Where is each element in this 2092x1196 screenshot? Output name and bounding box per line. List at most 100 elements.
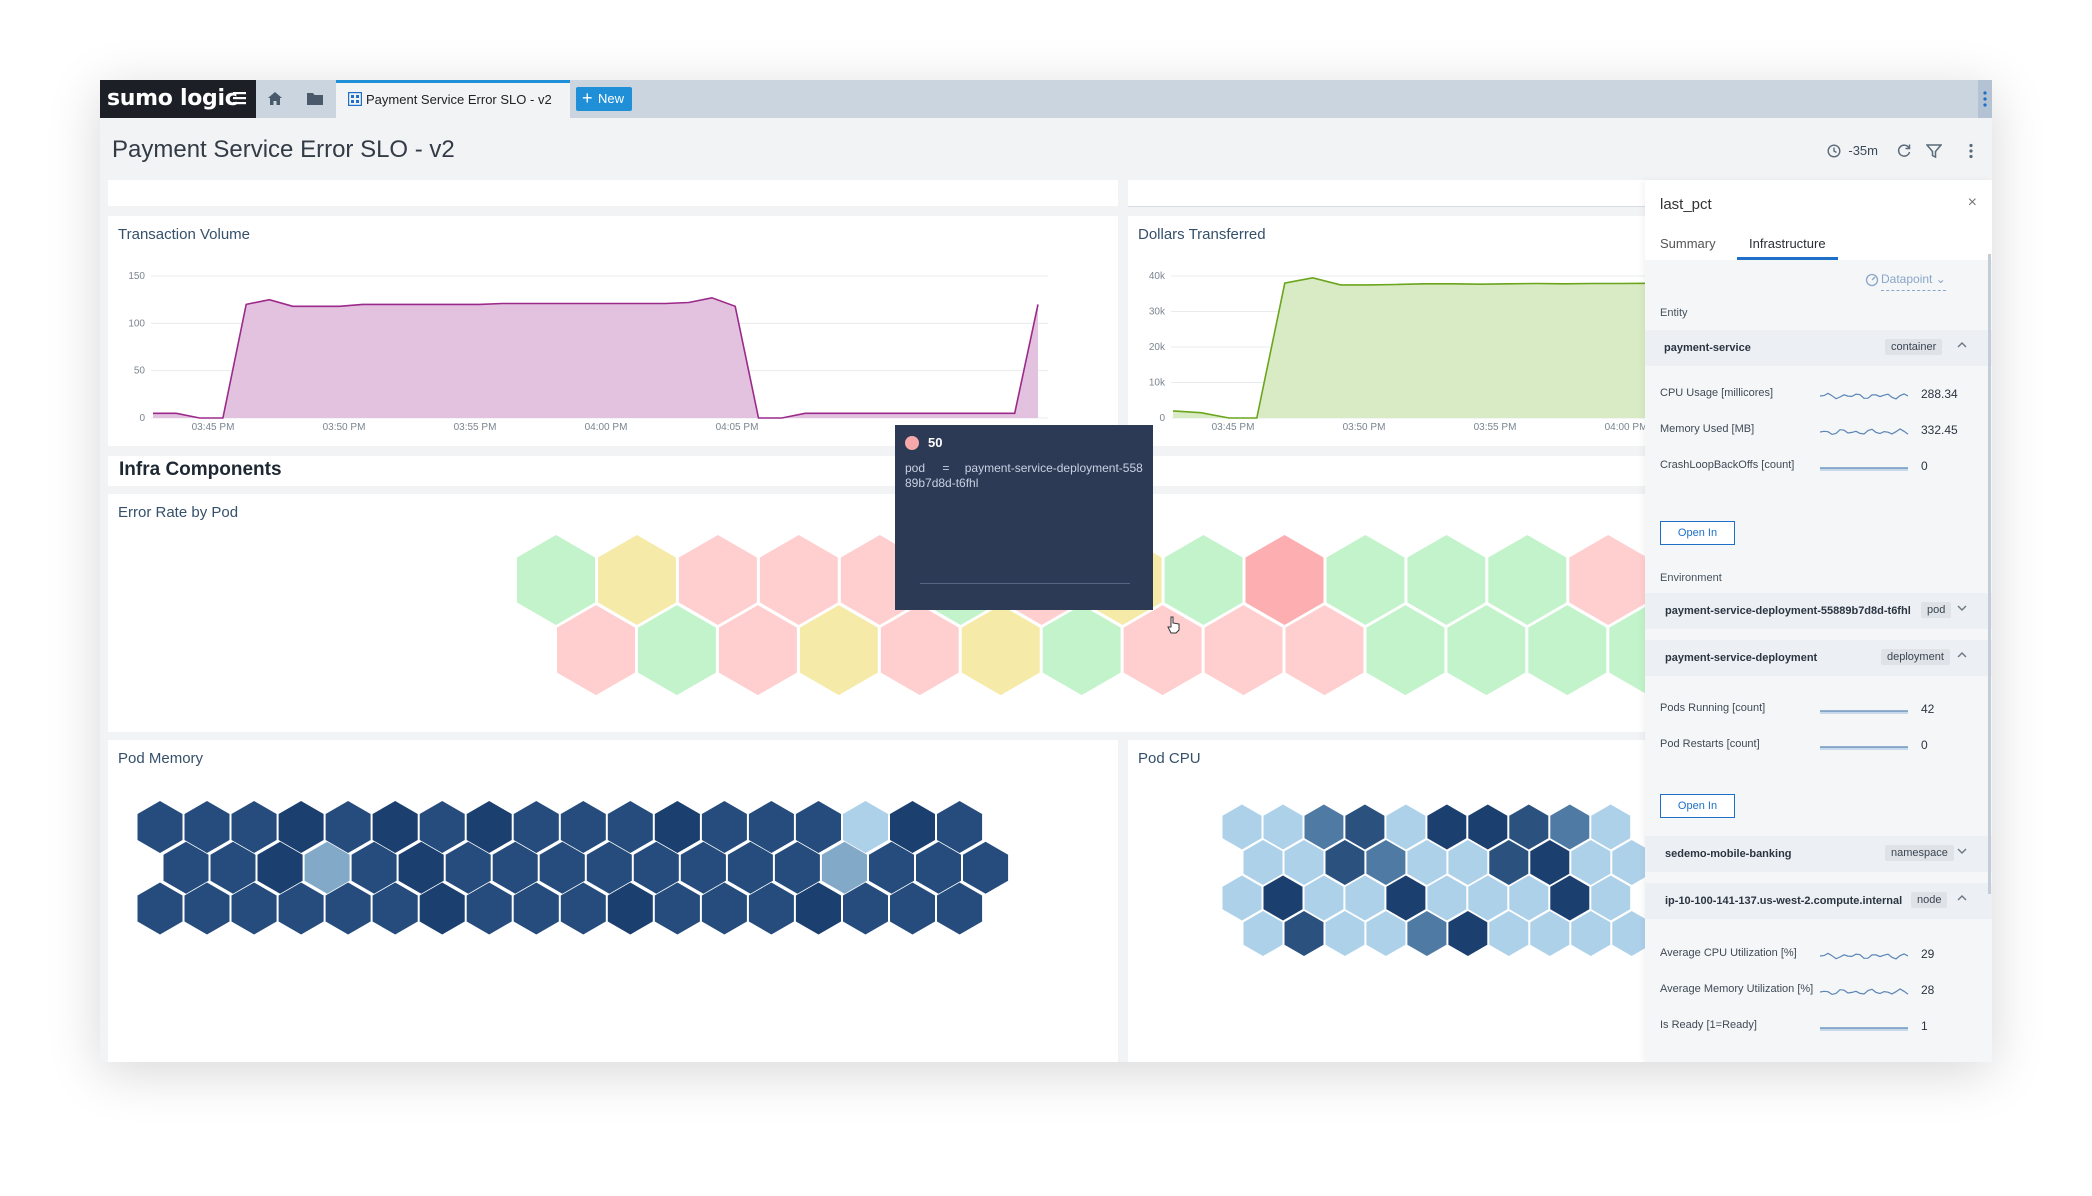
pod-hex[interactable] <box>1447 605 1526 696</box>
more-options-icon[interactable] <box>1978 80 1992 118</box>
pod-memory-hex[interactable] <box>137 801 183 853</box>
datapoint-dropdown[interactable]: Datapoint ⌄ <box>1881 272 1946 291</box>
pod-hex[interactable] <box>1488 535 1567 625</box>
pod-cpu-hex[interactable] <box>1407 840 1447 885</box>
pod-hex[interactable] <box>1204 605 1283 696</box>
entity-row-container[interactable]: payment-service container <box>1645 330 1992 366</box>
pod-hex[interactable] <box>678 535 757 625</box>
pod-cpu-hex[interactable] <box>1263 875 1303 921</box>
chevron-up-icon[interactable] <box>1956 649 1968 661</box>
pod-cpu-hex[interactable] <box>1263 804 1303 850</box>
pod-hex[interactable] <box>1569 535 1648 625</box>
env-row-namespace[interactable]: sedemo-mobile-banking namespace <box>1645 836 1992 872</box>
pod-hex[interactable] <box>1123 605 1202 696</box>
pod-hex[interactable] <box>1528 605 1607 696</box>
pod-hex[interactable] <box>718 605 797 696</box>
pod-hex[interactable] <box>1042 605 1121 696</box>
pod-hex[interactable] <box>799 605 878 696</box>
refresh-icon[interactable] <box>1896 143 1912 159</box>
chevron-down-icon[interactable] <box>1956 602 1968 614</box>
library-button[interactable] <box>296 80 334 118</box>
pod-memory-hex[interactable] <box>963 841 1009 894</box>
hamburger-menu-icon[interactable] <box>233 91 247 110</box>
pod-cpu-hex[interactable] <box>1468 804 1508 850</box>
pod-hex[interactable] <box>759 535 838 625</box>
pod-hex[interactable] <box>557 605 635 696</box>
pod-cpu-hex[interactable] <box>1591 875 1631 921</box>
chevron-down-icon[interactable] <box>1956 845 1968 857</box>
pod-cpu-hex[interactable] <box>1243 840 1283 885</box>
pod-cpu-hex[interactable] <box>1222 875 1262 921</box>
pod-memory-honeycomb[interactable] <box>108 740 1118 1062</box>
kebab-menu-icon[interactable] <box>1968 143 1974 159</box>
open-in-button[interactable]: Open In <box>1660 794 1735 818</box>
pod-hex[interactable] <box>517 535 595 625</box>
pod-cpu-hex[interactable] <box>1489 911 1529 956</box>
pod-cpu-hex[interactable] <box>1407 911 1447 956</box>
pod-cpu-hex[interactable] <box>1366 840 1406 885</box>
pod-cpu-hex[interactable] <box>1427 875 1467 921</box>
time-range-selector[interactable]: -35m <box>1827 142 1878 160</box>
env-row-node[interactable]: ip-10-100-141-137.us-west-2.compute.inte… <box>1645 883 1992 919</box>
side-panel-scrollbar[interactable] <box>1988 254 1991 894</box>
time-range-value: -35m <box>1848 143 1878 159</box>
pod-cpu-hex[interactable] <box>1325 911 1365 956</box>
pod-hex[interactable] <box>638 605 716 696</box>
new-tab-button[interactable]: + New <box>576 87 632 111</box>
close-icon[interactable]: × <box>1968 194 1977 212</box>
pod-hex[interactable] <box>880 605 959 696</box>
pod-cpu-hex[interactable] <box>1304 875 1344 921</box>
pod-cpu-hex[interactable] <box>1530 911 1570 956</box>
filter-icon[interactable] <box>1926 143 1942 159</box>
env-row-pod[interactable]: payment-service-deployment-55889b7d8d-t6… <box>1645 593 1992 629</box>
pod-cpu-hex[interactable] <box>1591 804 1631 850</box>
pod-cpu-hex[interactable] <box>1427 804 1467 850</box>
pod-cpu-hex[interactable] <box>1243 911 1283 956</box>
pod-hex[interactable] <box>961 605 1040 696</box>
pod-cpu-hex[interactable] <box>1489 840 1529 885</box>
pod-cpu-hex[interactable] <box>1386 804 1426 850</box>
sumo-logic-logo[interactable]: sumo logic <box>100 80 256 118</box>
pod-cpu-hex[interactable] <box>1448 911 1488 956</box>
transaction-volume-chart[interactable]: 150 100 50 0 03:45 PM 03:50 PM 03:55 PM 04:00 P… <box>108 246 1118 446</box>
pod-hex[interactable] <box>1366 605 1445 696</box>
pod-cpu-hex[interactable] <box>1284 911 1324 956</box>
error-rate-honeycomb[interactable] <box>108 494 1648 732</box>
env-row-deployment[interactable]: payment-service-deployment deployment <box>1645 640 1992 676</box>
pod-cpu-hex[interactable] <box>1571 911 1611 956</box>
pod-hex[interactable] <box>598 535 676 625</box>
pod-memory-hex[interactable] <box>137 882 183 935</box>
pod-cpu-hex[interactable] <box>1304 804 1344 850</box>
dollars-transferred-chart[interactable]: 40k 30k 20k 10k 0 03:45 PM 03:50 PM 03:55 PM 04:… <box>1128 246 1648 446</box>
pod-cpu-hex[interactable] <box>1509 875 1549 921</box>
chevron-up-icon[interactable] <box>1956 892 1968 904</box>
pod-cpu-hex[interactable] <box>1222 804 1262 850</box>
tab-summary[interactable]: Summary <box>1660 236 1716 251</box>
pod-hex[interactable] <box>1326 535 1405 625</box>
pod-cpu-hex[interactable] <box>1612 840 1648 885</box>
chevron-up-icon[interactable] <box>1956 339 1968 351</box>
pod-cpu-hex[interactable] <box>1468 875 1508 921</box>
pod-cpu-hex[interactable] <box>1530 840 1570 885</box>
pod-cpu-hex[interactable] <box>1509 804 1549 850</box>
home-button[interactable] <box>256 80 294 118</box>
open-in-button[interactable]: Open In <box>1660 521 1735 545</box>
pod-cpu-hex[interactable] <box>1386 875 1426 921</box>
pod-hex[interactable] <box>1407 535 1486 625</box>
pod-hex[interactable] <box>1285 605 1364 696</box>
pod-cpu-honeycomb[interactable] <box>1128 740 1648 1062</box>
pod-cpu-hex[interactable] <box>1284 840 1324 885</box>
pod-cpu-hex[interactable] <box>1345 875 1385 921</box>
tab-infrastructure[interactable]: Infrastructure <box>1737 236 1838 260</box>
pod-cpu-hex[interactable] <box>1366 911 1406 956</box>
pod-cpu-hex[interactable] <box>1325 840 1365 885</box>
pod-hex[interactable] <box>1164 535 1243 625</box>
tab-payment-service[interactable]: Payment Service Error SLO - v2 <box>336 80 570 118</box>
pod-cpu-hex[interactable] <box>1550 804 1590 850</box>
pod-hex[interactable] <box>1245 535 1324 625</box>
pod-cpu-hex[interactable] <box>1571 840 1611 885</box>
pod-cpu-hex[interactable] <box>1448 840 1488 885</box>
pod-cpu-hex[interactable] <box>1550 875 1590 921</box>
pod-cpu-hex[interactable] <box>1612 911 1648 956</box>
pod-cpu-hex[interactable] <box>1345 804 1385 850</box>
